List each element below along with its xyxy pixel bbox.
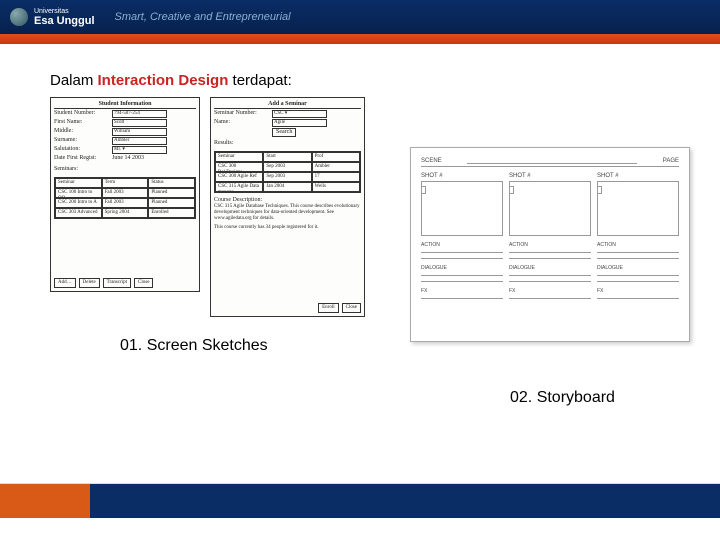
footer-navy-block — [90, 484, 720, 518]
university-logo: Universitas Esa Unggul — [10, 8, 95, 27]
storyboard-template: SCENE PAGE SHOT # ACTION DIALOGUE FX SHO… — [410, 147, 690, 342]
intro-keyword: Interaction Design — [98, 72, 229, 89]
sb-page-label: PAGE — [663, 158, 679, 164]
caption-storyboard: 02. Storyboard — [510, 389, 680, 407]
sketch-student-info: Student Information Student Number:794-5… — [50, 97, 200, 292]
intro-sentence: Dalam Interaction Design terdapat: — [50, 72, 680, 89]
sketch1-table: SeminarTermStatus CSC 100 Intro to OOFal… — [54, 177, 196, 219]
header-bar: Universitas Esa Unggul Smart, Creative a… — [0, 0, 720, 34]
sketch2-table: SeminarStartProf CSC 300 Rel.DesignsSep … — [214, 151, 361, 193]
sb-shot-2: SHOT # ACTION DIALOGUE FX — [509, 173, 591, 301]
sb-shot-1: SHOT # ACTION DIALOGUE FX — [421, 173, 503, 301]
globe-icon — [10, 8, 28, 26]
university-prefix: Universitas — [34, 8, 95, 15]
intro-before: Dalam — [50, 72, 98, 89]
sketch1-buttons: Add… Delete Transcript Close — [54, 278, 196, 288]
sb-scene-label: SCENE — [421, 158, 442, 164]
slogan-text: Smart, Creative and Entrepreneurial — [115, 11, 291, 23]
sketch1-title: Student Information — [54, 101, 196, 109]
intro-after: terdapat: — [228, 72, 291, 89]
footer-bar — [0, 484, 720, 518]
sketch-add-seminar: Add a Seminar Seminar Number:CSC ▾ Name:… — [210, 97, 365, 317]
university-name: Esa Unggul — [34, 15, 95, 27]
red-accent-bar — [0, 34, 720, 44]
sketch2-buttons: Enroll Close — [214, 303, 361, 313]
figures-area: Student Information Student Number:794-5… — [50, 97, 680, 337]
sketch2-title: Add a Seminar — [214, 101, 361, 109]
footer-orange-block — [0, 484, 90, 518]
sb-shot-3: SHOT # ACTION DIALOGUE FX — [597, 173, 679, 301]
